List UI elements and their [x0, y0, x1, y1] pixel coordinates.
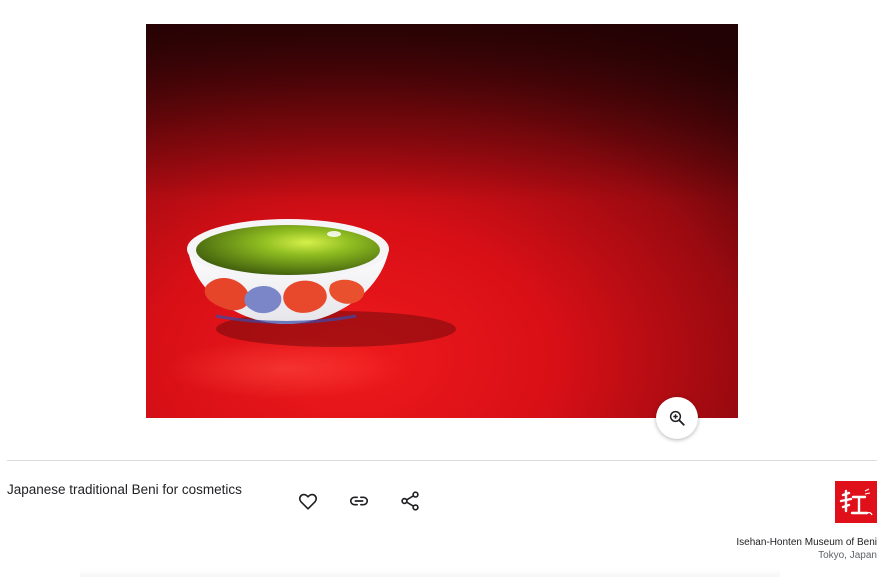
share-button[interactable] — [397, 488, 423, 514]
zoom-in-icon — [669, 410, 685, 426]
zoom-button[interactable] — [656, 397, 698, 439]
artwork-page: Japanese traditional Beni for cosmetics — [0, 0, 891, 577]
section-divider — [7, 460, 877, 461]
partner-logo[interactable] — [835, 481, 877, 523]
share-icon — [401, 491, 419, 511]
heart-icon — [298, 493, 318, 510]
link-icon — [349, 496, 369, 506]
artwork-title: Japanese traditional Beni for cosmetics — [7, 482, 242, 497]
copy-link-button[interactable] — [346, 488, 372, 514]
favorite-button[interactable] — [295, 488, 321, 514]
partner-logo-icon — [835, 481, 877, 523]
partner-location: Tokyo, Japan — [818, 550, 877, 561]
bottom-fade — [80, 570, 780, 577]
lacquered-cup-image — [146, 24, 738, 418]
artwork-image[interactable] — [146, 24, 738, 418]
partner-name[interactable]: Isehan-Honten Museum of Beni — [736, 537, 877, 548]
